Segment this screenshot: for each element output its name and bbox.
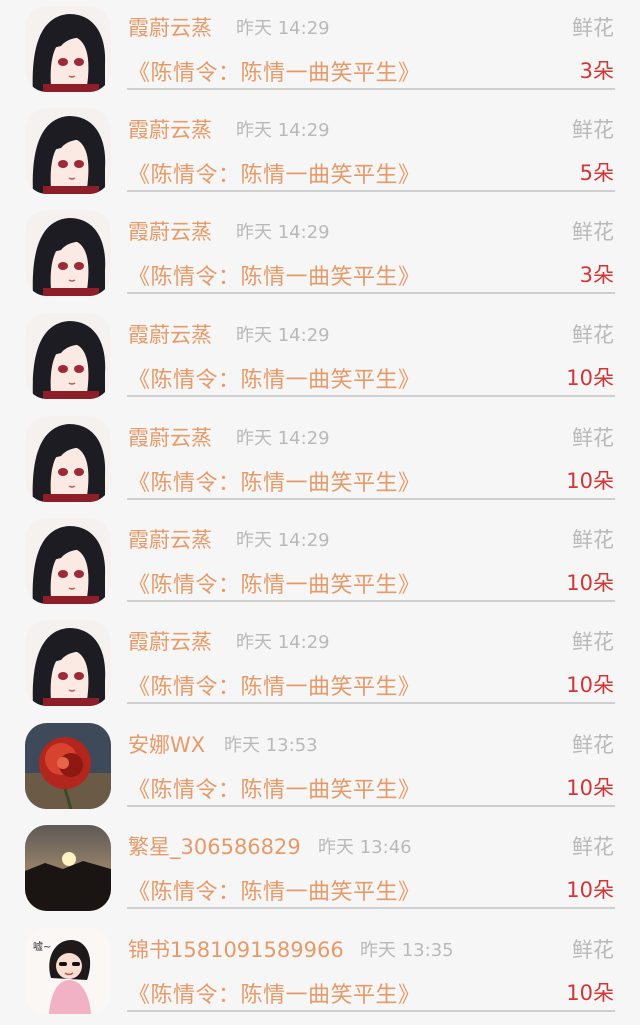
list-item[interactable]: 霞蔚云蒸 昨天 14:29 鲜花 《陈情令：陈情一曲笑平生》 10朵	[0, 614, 640, 717]
timestamp: 昨天 14:29	[236, 632, 330, 653]
anime-character-avatar-icon	[25, 6, 111, 92]
gift-type-label: 鲜花	[572, 323, 614, 347]
username[interactable]: 繁星_306586829	[128, 831, 301, 861]
gift-type-label: 鲜花	[572, 426, 614, 450]
book-title-link[interactable]: 《陈情令：陈情一曲笑平生》	[128, 772, 421, 804]
gift-type-label: 鲜花	[572, 733, 614, 757]
username[interactable]: 霞蔚云蒸	[128, 422, 212, 452]
timestamp: 昨天 14:29	[236, 325, 330, 346]
flower-count: 10朵	[566, 673, 614, 697]
avatar[interactable]	[25, 723, 111, 809]
gift-type-label: 鲜花	[572, 938, 614, 962]
timestamp: 昨天 14:29	[236, 530, 330, 551]
flower-count: 5朵	[579, 161, 614, 185]
username[interactable]: 霞蔚云蒸	[128, 216, 212, 246]
list-item[interactable]: 繁星_306586829 昨天 13:46 鲜花 《陈情令：陈情一曲笑平生》 1…	[0, 819, 640, 922]
divider	[127, 88, 615, 90]
flower-count: 10朵	[566, 878, 614, 902]
book-title-link[interactable]: 《陈情令：陈情一曲笑平生》	[128, 567, 421, 599]
book-title-link[interactable]: 《陈情令：陈情一曲笑平生》	[128, 55, 421, 87]
book-title-link[interactable]: 《陈情令：陈情一曲笑平生》	[128, 157, 421, 189]
list-item[interactable]: 霞蔚云蒸 昨天 14:29 鲜花 《陈情令：陈情一曲笑平生》 3朵	[0, 204, 640, 307]
username[interactable]: 霞蔚云蒸	[128, 524, 212, 554]
divider	[127, 702, 615, 704]
list-item[interactable]: 霞蔚云蒸 昨天 14:29 鲜花 《陈情令：陈情一曲笑平生》 3朵	[0, 0, 640, 103]
list-item[interactable]: 嘘~ 锦书1581091589966 昨天 13:35 鲜花 《陈情令：陈情一曲…	[0, 922, 640, 1025]
divider	[127, 498, 615, 500]
avatar[interactable]	[25, 416, 111, 502]
divider	[127, 190, 615, 192]
avatar[interactable]	[25, 518, 111, 604]
gift-type-label: 鲜花	[572, 528, 614, 552]
username[interactable]: 霞蔚云蒸	[128, 319, 212, 349]
divider	[127, 600, 615, 602]
list-item[interactable]: 霞蔚云蒸 昨天 14:29 鲜花 《陈情令：陈情一曲笑平生》 10朵	[0, 410, 640, 513]
list-item[interactable]: 霞蔚云蒸 昨天 14:29 鲜花 《陈情令：陈情一曲笑平生》 10朵	[0, 307, 640, 410]
flower-count: 3朵	[579, 59, 614, 83]
flower-count: 3朵	[579, 263, 614, 287]
gift-type-label: 鲜花	[572, 16, 614, 40]
book-title-link[interactable]: 《陈情令：陈情一曲笑平生》	[128, 874, 421, 906]
username[interactable]: 锦书1581091589966	[128, 934, 344, 964]
anime-character-avatar-icon	[25, 313, 111, 399]
timestamp: 昨天 14:29	[236, 18, 330, 39]
avatar[interactable]	[25, 6, 111, 92]
gift-record-list: 霞蔚云蒸 昨天 14:29 鲜花 《陈情令：陈情一曲笑平生》 3朵 霞蔚云蒸 昨…	[0, 0, 640, 1021]
anime-character-avatar-icon	[25, 416, 111, 502]
list-item[interactable]: 霞蔚云蒸 昨天 14:29 鲜花 《陈情令：陈情一曲笑平生》 5朵	[0, 102, 640, 205]
gift-type-label: 鲜花	[572, 835, 614, 859]
timestamp: 昨天 14:29	[236, 428, 330, 449]
flower-count: 10朵	[566, 571, 614, 595]
girl-cartoon-avatar-icon: 嘘~	[25, 928, 111, 1014]
gift-type-label: 鲜花	[572, 118, 614, 142]
book-title-link[interactable]: 《陈情令：陈情一曲笑平生》	[128, 977, 421, 1009]
avatar[interactable]: 嘘~	[25, 928, 111, 1014]
divider	[127, 805, 615, 807]
timestamp: 昨天 13:53	[224, 735, 318, 756]
gift-type-label: 鲜花	[572, 220, 614, 244]
flower-count: 10朵	[566, 469, 614, 493]
anime-character-avatar-icon	[25, 518, 111, 604]
divider	[127, 1010, 615, 1012]
username[interactable]: 安娜WX	[128, 729, 205, 759]
list-item[interactable]: 安娜WX 昨天 13:53 鲜花 《陈情令：陈情一曲笑平生》 10朵	[0, 717, 640, 820]
timestamp: 昨天 13:35	[360, 940, 454, 961]
anime-character-avatar-icon	[25, 210, 111, 296]
book-title-link[interactable]: 《陈情令：陈情一曲笑平生》	[128, 362, 421, 394]
timestamp: 昨天 14:29	[236, 222, 330, 243]
book-title-link[interactable]: 《陈情令：陈情一曲笑平生》	[128, 465, 421, 497]
list-item[interactable]: 霞蔚云蒸 昨天 14:29 鲜花 《陈情令：陈情一曲笑平生》 10朵	[0, 512, 640, 615]
username[interactable]: 霞蔚云蒸	[128, 12, 212, 42]
divider	[127, 907, 615, 909]
username[interactable]: 霞蔚云蒸	[128, 114, 212, 144]
book-title-link[interactable]: 《陈情令：陈情一曲笑平生》	[128, 259, 421, 291]
avatar[interactable]	[25, 825, 111, 911]
gift-type-label: 鲜花	[572, 630, 614, 654]
divider	[127, 395, 615, 397]
username[interactable]: 霞蔚云蒸	[128, 626, 212, 656]
divider	[127, 292, 615, 294]
avatar[interactable]	[25, 620, 111, 706]
avatar[interactable]	[25, 108, 111, 194]
timestamp: 昨天 13:46	[318, 837, 412, 858]
anime-character-avatar-icon	[25, 620, 111, 706]
red-rose-avatar-icon	[25, 723, 111, 809]
timestamp: 昨天 14:29	[236, 120, 330, 141]
anime-character-avatar-icon	[25, 108, 111, 194]
flower-count: 10朵	[566, 366, 614, 390]
book-title-link[interactable]: 《陈情令：陈情一曲笑平生》	[128, 669, 421, 701]
avatar[interactable]	[25, 210, 111, 296]
flower-count: 10朵	[566, 981, 614, 1005]
sunset-avatar-icon	[25, 825, 111, 911]
avatar[interactable]	[25, 313, 111, 399]
flower-count: 10朵	[566, 776, 614, 800]
svg-text:嘘~: 嘘~	[33, 940, 51, 953]
